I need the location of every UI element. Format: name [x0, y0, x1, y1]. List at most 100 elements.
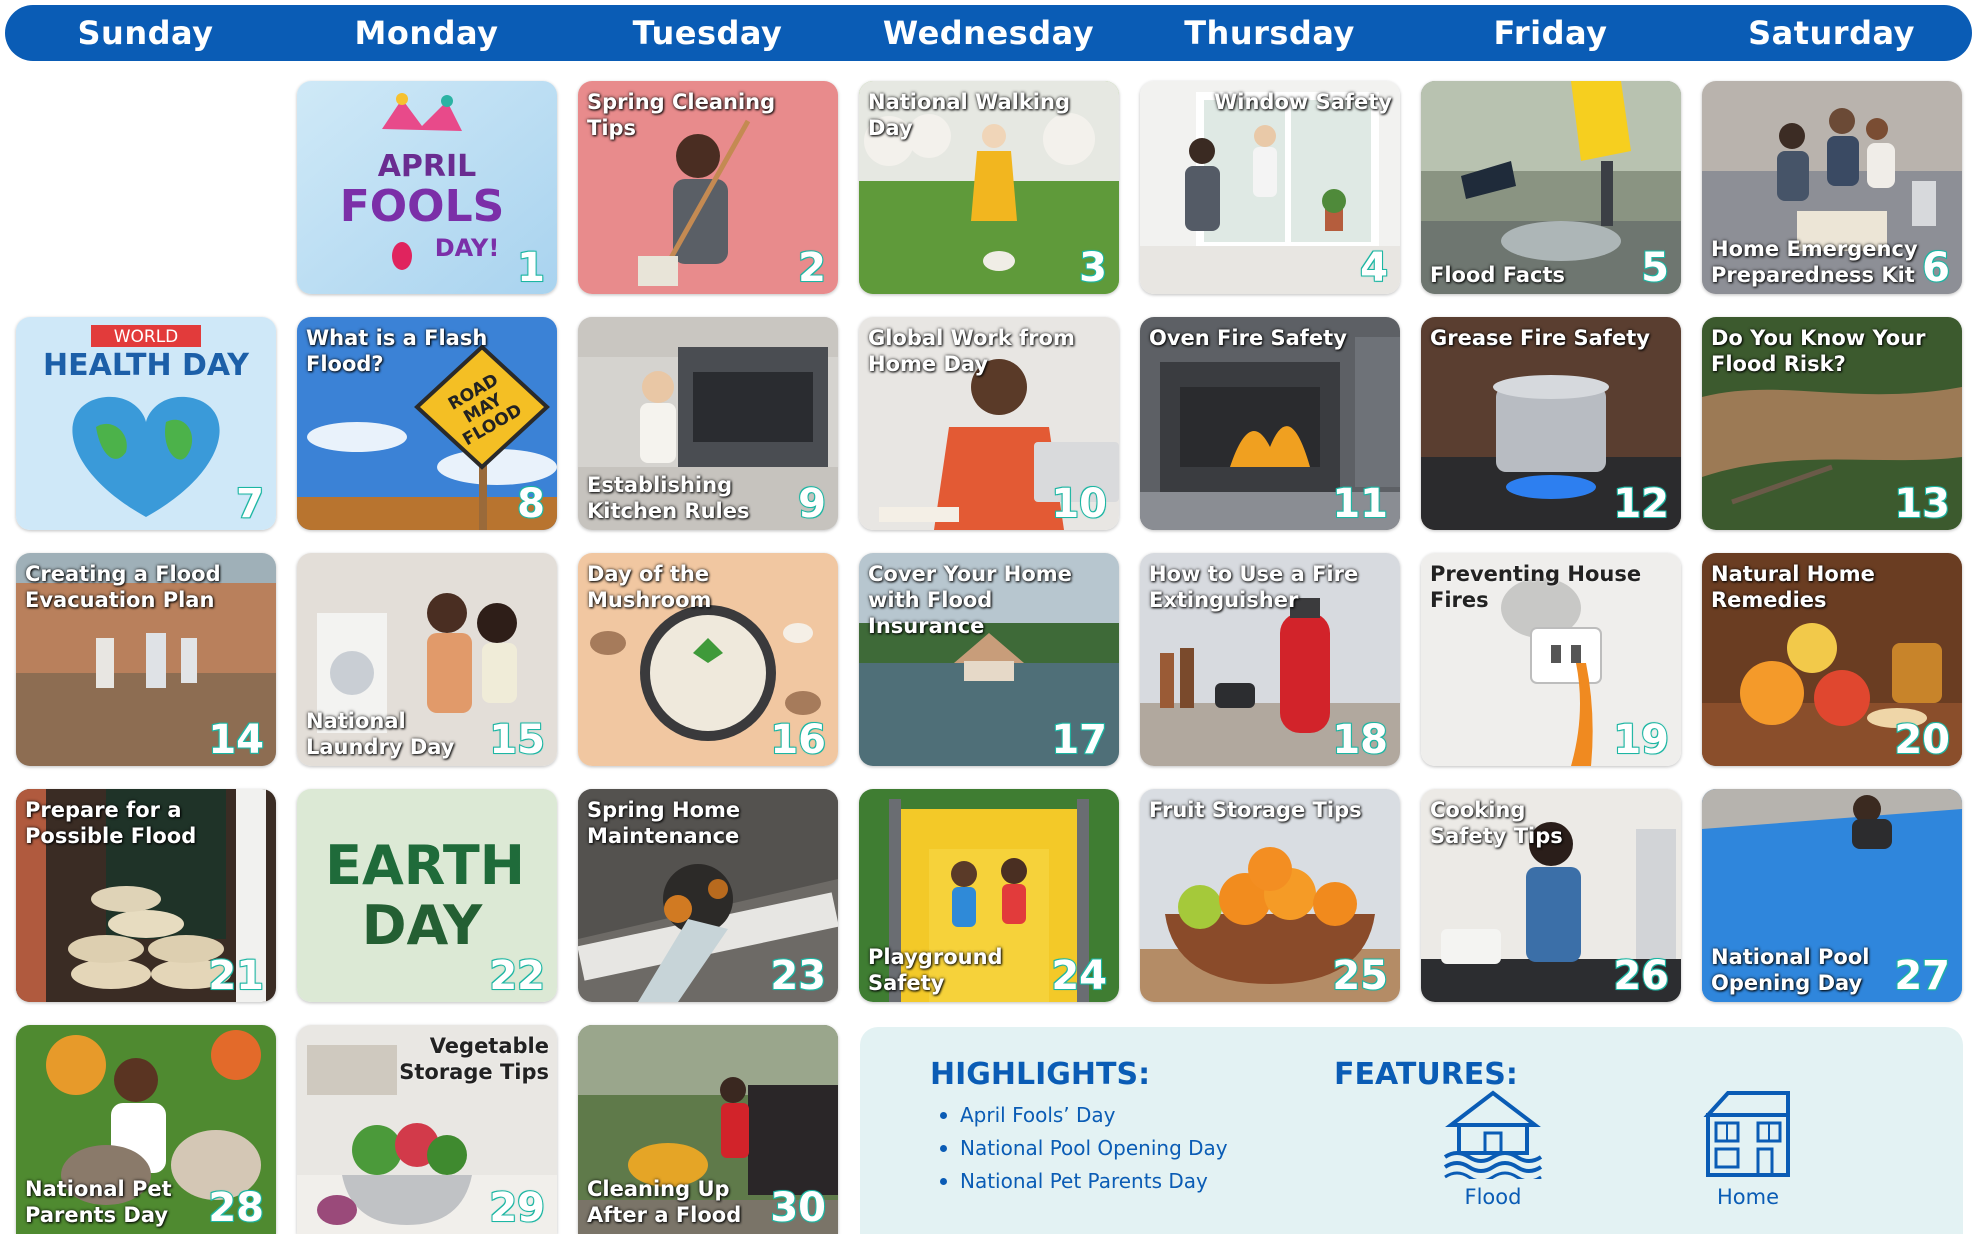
- highlights-features-panel: HIGHLIGHTS: April Fools’ Day National Po…: [860, 1027, 1963, 1234]
- day-tile-12[interactable]: Grease Fire Safety 12: [1421, 317, 1681, 530]
- day-tile-21[interactable]: Prepare for a Possible Flood 21: [16, 789, 276, 1002]
- day-number: 19: [1612, 717, 1670, 763]
- day-number: 7: [235, 481, 265, 527]
- day-tile-17[interactable]: Cover Your Home with Flood Insurance 17: [859, 553, 1119, 766]
- weekday-header: Sunday Monday Tuesday Wednesday Thursday…: [5, 5, 1972, 61]
- weekday-wednesday: Wednesday: [882, 14, 1095, 52]
- highlight-item[interactable]: April Fools’ Day: [938, 1099, 1228, 1132]
- day-title: Global Work from Home Day: [868, 326, 1075, 376]
- day-number: 2: [797, 245, 827, 291]
- day-title: What is a Flash Flood?: [306, 326, 488, 376]
- day-title: National Walking Day: [868, 90, 1070, 140]
- day-number: 26: [1612, 953, 1670, 999]
- world-art-text: WORLD: [114, 327, 179, 347]
- day-number: 20: [1893, 717, 1951, 763]
- day-tile-26[interactable]: Cooking Safety Tips 26: [1421, 789, 1681, 1002]
- weekday-monday: Monday: [354, 14, 499, 52]
- day-number: 13: [1893, 481, 1951, 527]
- day-tile-1[interactable]: APRIL FOOLS DAY! 1: [297, 81, 557, 294]
- day-tile-23[interactable]: Spring Home Maintenance 23: [578, 789, 838, 1002]
- day-title: Home Emergency Preparedness Kit: [1711, 237, 1918, 287]
- highlight-item[interactable]: National Pet Parents Day: [938, 1165, 1228, 1198]
- day-title: Oven Fire Safety: [1149, 326, 1347, 350]
- day-title: Cooking Safety Tips: [1430, 798, 1563, 848]
- day-art-text: DAY!: [435, 234, 500, 262]
- day-title: Do You Know Your Flood Risk?: [1711, 326, 1926, 376]
- day-number: 18: [1331, 717, 1389, 763]
- day-tile-27[interactable]: National Pool Opening Day 27: [1702, 789, 1962, 1002]
- day-number: 4: [1359, 245, 1389, 291]
- highlights-heading: HIGHLIGHTS:: [930, 1057, 1151, 1092]
- day-title: Vegetable Storage Tips: [399, 1034, 549, 1084]
- feature-label: Home: [1716, 1185, 1779, 1209]
- day-number: 5: [1640, 245, 1670, 291]
- weekday-friday: Friday: [1493, 14, 1608, 52]
- day-tile-8[interactable]: ROAD MAY FLOOD What is a Flash Flood? 8: [297, 317, 557, 530]
- day-tile-10[interactable]: Global Work from Home Day 10: [859, 317, 1119, 530]
- weekday-thursday: Thursday: [1184, 14, 1355, 52]
- day-title: Preventing House Fires: [1430, 562, 1642, 612]
- day-title: Establishing Kitchen Rules: [587, 473, 750, 523]
- day-number: 9: [797, 481, 827, 527]
- day-tile-3[interactable]: National Walking Day 3: [859, 81, 1119, 294]
- day-tile-15[interactable]: National Laundry Day 15: [297, 553, 557, 766]
- april-art-text: APRIL: [378, 149, 477, 184]
- weekday-sunday: Sunday: [77, 14, 214, 52]
- day-title: Fruit Storage Tips: [1149, 798, 1362, 822]
- day-number: 8: [516, 481, 546, 527]
- day-number: 17: [1050, 717, 1108, 763]
- day-title: Cover Your Home with Flood Insurance: [868, 562, 1072, 638]
- day-number: 30: [769, 1185, 827, 1231]
- health-day-art-text: HEALTH DAY: [43, 348, 250, 383]
- day-number: 23: [769, 953, 827, 999]
- day-number: 6: [1921, 245, 1951, 291]
- highlights-list: April Fools’ Day National Pool Opening D…: [938, 1099, 1228, 1198]
- day-number: 12: [1612, 481, 1670, 527]
- day-title: Spring Cleaning Tips: [587, 90, 776, 140]
- day-title: How to Use a Fire Extinguisher: [1149, 562, 1359, 612]
- day-tile-13[interactable]: Do You Know Your Flood Risk? 13: [1702, 317, 1962, 530]
- day-number: 14: [207, 717, 265, 763]
- highlight-item[interactable]: National Pool Opening Day: [938, 1132, 1228, 1165]
- house-icon: [1703, 1091, 1790, 1177]
- day-tile-14[interactable]: Creating a Flood Evacuation Plan 14: [16, 553, 276, 766]
- feature-home[interactable]: Home: [1678, 1089, 1818, 1209]
- day-number: 25: [1331, 953, 1389, 999]
- day-number: 16: [769, 717, 827, 763]
- day-title: Day of the Mushroom: [587, 562, 712, 612]
- fools-art-text: FOOLS: [340, 181, 505, 232]
- feature-label: Flood: [1464, 1185, 1522, 1209]
- day-number: 22: [488, 953, 546, 999]
- feature-flood[interactable]: Flood: [1423, 1089, 1563, 1209]
- day-tile-25[interactable]: Fruit Storage Tips 25: [1140, 789, 1400, 1002]
- day-tile-5[interactable]: Flood Facts 5: [1421, 81, 1681, 294]
- day-tile-29[interactable]: Vegetable Storage Tips 29: [297, 1025, 557, 1234]
- day-tile-6[interactable]: Home Emergency Preparedness Kit 6: [1702, 81, 1962, 294]
- day-title: Grease Fire Safety: [1430, 326, 1650, 350]
- day-tile-11[interactable]: Oven Fire Safety 11: [1140, 317, 1400, 530]
- day-title: Window Safety: [1214, 90, 1392, 114]
- day-number: 27: [1893, 953, 1951, 999]
- day-tile-22[interactable]: EARTH DAY 22: [297, 789, 557, 1002]
- day-number: 21: [207, 953, 265, 999]
- weekday-tuesday: Tuesday: [632, 14, 783, 52]
- day-art-text: DAY: [362, 894, 483, 957]
- day-number: 10: [1050, 481, 1108, 527]
- day-tile-24[interactable]: Playground Safety 24: [859, 789, 1119, 1002]
- day-tile-4[interactable]: Window Safety 4: [1140, 81, 1400, 294]
- day-tile-2[interactable]: Spring Cleaning Tips 2: [578, 81, 838, 294]
- day-tile-28[interactable]: National Pet Parents Day 28: [16, 1025, 276, 1234]
- day-title: Natural Home Remedies: [1711, 562, 1875, 612]
- day-title: Prepare for a Possible Flood: [25, 798, 197, 848]
- day-tile-19[interactable]: Preventing House Fires 19: [1421, 553, 1681, 766]
- day-tile-7[interactable]: WORLD HEALTH DAY 7: [16, 317, 276, 530]
- earth-art-text: EARTH: [325, 834, 525, 897]
- day-tile-20[interactable]: Natural Home Remedies 20: [1702, 553, 1962, 766]
- day-number: 1: [516, 245, 546, 291]
- day-tile-30[interactable]: Cleaning Up After a Flood 30: [578, 1025, 838, 1234]
- flooded-house-icon: [1443, 1090, 1543, 1179]
- day-tile-16[interactable]: Day of the Mushroom 16: [578, 553, 838, 766]
- day-number: 24: [1050, 953, 1108, 999]
- day-tile-18[interactable]: How to Use a Fire Extinguisher 18: [1140, 553, 1400, 766]
- day-tile-9[interactable]: Establishing Kitchen Rules 9: [578, 317, 838, 530]
